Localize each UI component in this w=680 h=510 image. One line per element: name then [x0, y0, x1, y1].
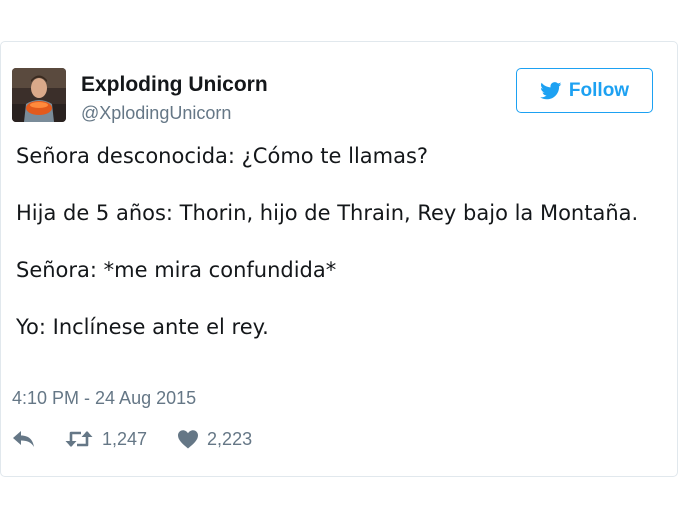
retweet-button[interactable]: 1,247: [64, 429, 147, 450]
reply-button[interactable]: [12, 430, 36, 448]
retweet-icon: [64, 429, 94, 449]
follow-button-label: Follow: [568, 79, 630, 101]
reply-icon: [12, 430, 36, 448]
author-display-name[interactable]: Exploding Unicorn: [81, 73, 268, 97]
author-avatar[interactable]: [12, 68, 66, 122]
retweet-count: 1,247: [102, 428, 148, 449]
heart-icon: [177, 429, 199, 449]
profile-photo: [12, 68, 66, 122]
tweet-line: Hija de 5 años: Thorin, hijo de Thrain, …: [16, 201, 639, 225]
twitter-bird-icon: [540, 81, 562, 100]
tweet-line: Yo: Inclínese ante el rey.: [16, 315, 269, 339]
tweet-card: Exploding Unicorn @XplodingUnicorn Follo…: [0, 41, 678, 477]
tweet-timestamp[interactable]: 4:10 PM - 24 Aug 2015: [12, 388, 196, 409]
tweet-actions: 1,247 2,223: [12, 426, 252, 452]
tweet-text: Señora desconocida: ¿Cómo te llamas? Hij…: [16, 142, 656, 342]
like-button[interactable]: 2,223: [177, 429, 252, 450]
follow-button[interactable]: Follow: [516, 68, 653, 113]
author-handle[interactable]: @XplodingUnicorn: [81, 103, 231, 124]
tweet-line: Señora desconocida: ¿Cómo te llamas?: [16, 144, 429, 168]
tweet-line: Señora: *me mira confundida*: [16, 258, 337, 282]
like-count: 2,223: [207, 428, 253, 449]
